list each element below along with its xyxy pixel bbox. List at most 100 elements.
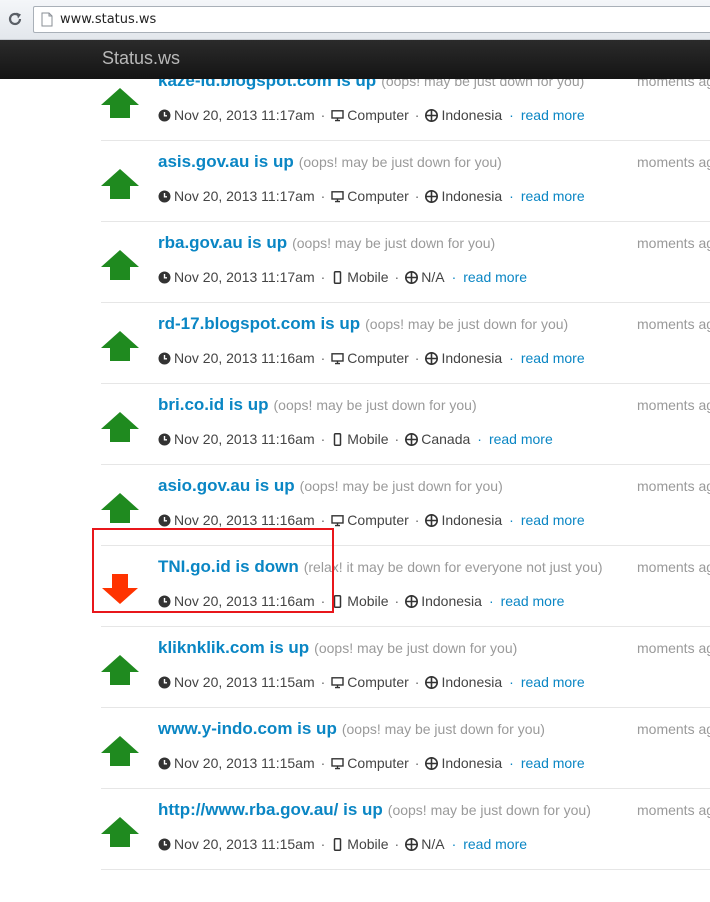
status-title-link[interactable]: http://www.rba.gov.au/ is up xyxy=(158,800,383,819)
clock-icon xyxy=(158,676,171,688)
status-item: kliknklik.com is up (oops! may be just do… xyxy=(0,627,710,708)
status-headline: rba.gov.au is up (oops! may be just down … xyxy=(158,233,495,253)
device-label: Computer xyxy=(347,512,409,528)
status-note: (oops! may be just down for you) xyxy=(381,79,585,89)
relative-time: moments ago xyxy=(637,235,710,251)
status-title-link[interactable]: kliknklik.com is up xyxy=(158,638,309,657)
status-meta: Nov 20, 2013 11:17am · Computer · Indone… xyxy=(158,188,585,204)
separator: · xyxy=(414,674,420,690)
status-title-link[interactable]: www.y-indo.com is up xyxy=(158,719,337,738)
globe-icon xyxy=(405,594,419,608)
up-arrow-icon xyxy=(101,331,139,361)
status-note: (oops! may be just down for you) xyxy=(341,721,545,737)
separator: · xyxy=(320,431,326,447)
read-more-link[interactable]: read more xyxy=(521,350,585,366)
status-meta: Nov 20, 2013 11:15am · Mobile · N/A · re… xyxy=(158,836,527,852)
separator: · xyxy=(320,593,326,609)
separator: · xyxy=(488,593,494,609)
read-more-link[interactable]: read more xyxy=(521,674,585,690)
separator: · xyxy=(414,107,420,123)
globe-icon xyxy=(405,837,419,851)
separator: · xyxy=(320,350,326,366)
up-arrow-icon xyxy=(101,88,139,118)
separator: · xyxy=(509,188,514,204)
separator: · xyxy=(394,431,400,447)
url-text[interactable]: www.status.ws xyxy=(60,12,156,27)
timestamp: Nov 20, 2013 11:16am xyxy=(174,431,315,447)
read-more-link[interactable]: read more xyxy=(521,188,585,204)
browser-toolbar: www.status.ws xyxy=(0,0,710,40)
computer-icon xyxy=(331,352,344,364)
status-note: (oops! may be just down for you) xyxy=(314,640,518,656)
timestamp: Nov 20, 2013 11:15am xyxy=(174,674,315,690)
location-label: N/A xyxy=(421,836,445,852)
status-title-link[interactable]: kaze-id.blogspot.com is up xyxy=(158,79,376,90)
up-arrow-icon xyxy=(101,736,139,766)
clock-icon xyxy=(158,514,171,526)
up-arrow-icon xyxy=(101,817,139,847)
status-item: TNI.go.id is down (relax! it may be down … xyxy=(0,546,710,627)
read-more-link[interactable]: read more xyxy=(501,593,565,609)
status-item: rba.gov.au is up (oops! may be just down … xyxy=(0,222,710,303)
relative-time: moments ago xyxy=(637,640,710,656)
clock-icon xyxy=(158,595,171,607)
site-brand[interactable]: Status.ws xyxy=(102,48,180,69)
reload-icon[interactable] xyxy=(6,10,24,28)
device-label: Computer xyxy=(347,674,409,690)
timestamp: Nov 20, 2013 11:17am xyxy=(174,188,315,204)
status-title-link[interactable]: asio.gov.au is up xyxy=(158,476,295,495)
status-headline: asis.gov.au is up (oops! may be just down… xyxy=(158,152,502,172)
device-label: Mobile xyxy=(347,836,389,852)
separator: · xyxy=(451,836,457,852)
status-title-link[interactable]: asis.gov.au is up xyxy=(158,152,294,171)
read-more-link[interactable]: read more xyxy=(521,107,585,123)
globe-icon xyxy=(425,108,439,122)
relative-time: moments ago xyxy=(637,397,710,413)
status-note: (oops! may be just down for you) xyxy=(387,802,591,818)
separator: · xyxy=(509,512,514,528)
relative-time: moments ago xyxy=(637,478,710,494)
relative-time: moments ago xyxy=(637,802,710,818)
location-label: Indonesia xyxy=(441,755,503,771)
separator: · xyxy=(414,755,420,771)
status-title-link[interactable]: bri.co.id is up xyxy=(158,395,269,414)
read-more-link[interactable]: read more xyxy=(521,755,585,771)
relative-time: moments ago xyxy=(637,316,710,332)
up-arrow-icon xyxy=(101,412,139,442)
location-label: Indonesia xyxy=(441,188,503,204)
up-arrow-icon xyxy=(101,250,139,280)
status-feed-list: kaze-id.blogspot.com is up (oops! may be … xyxy=(0,79,710,870)
status-meta: Nov 20, 2013 11:17am · Computer · Indone… xyxy=(158,107,585,123)
separator: · xyxy=(320,107,326,123)
read-more-link[interactable]: read more xyxy=(521,512,585,528)
relative-time: moments ago xyxy=(637,721,710,737)
read-more-link[interactable]: read more xyxy=(463,269,527,285)
status-title-link[interactable]: rba.gov.au is up xyxy=(158,233,287,252)
read-more-link[interactable]: read more xyxy=(463,836,527,852)
device-label: Mobile xyxy=(347,431,389,447)
timestamp: Nov 20, 2013 11:16am xyxy=(174,512,315,528)
device-label: Computer xyxy=(347,350,409,366)
mobile-icon xyxy=(334,270,342,284)
device-label: Mobile xyxy=(347,593,389,609)
status-item: http://www.rba.gov.au/ is up (oops! may b… xyxy=(0,789,710,870)
status-item: asis.gov.au is up (oops! may be just down… xyxy=(0,141,710,222)
separator: · xyxy=(320,755,326,771)
status-headline: bri.co.id is up (oops! may be just down f… xyxy=(158,395,477,415)
status-meta: Nov 20, 2013 11:15am · Computer · Indone… xyxy=(158,755,585,771)
up-arrow-icon xyxy=(101,493,139,523)
site-navbar: Status.ws xyxy=(0,40,710,79)
status-feed: kaze-id.blogspot.com is up (oops! may be … xyxy=(0,79,710,902)
clock-icon xyxy=(158,352,171,364)
address-bar[interactable]: www.status.ws xyxy=(33,6,710,33)
read-more-link[interactable]: read more xyxy=(489,431,553,447)
globe-icon xyxy=(425,351,439,365)
location-label: Canada xyxy=(421,431,471,447)
timestamp: Nov 20, 2013 11:17am xyxy=(174,269,315,285)
status-headline: www.y-indo.com is up (oops! may be just d… xyxy=(158,719,545,739)
status-item: bri.co.id is up (oops! may be just down f… xyxy=(0,384,710,465)
status-note: (oops! may be just down for you) xyxy=(298,154,502,170)
status-title-link[interactable]: TNI.go.id is down xyxy=(158,557,299,576)
status-title-link[interactable]: rd-17.blogspot.com is up xyxy=(158,314,360,333)
status-note: (oops! may be just down for you) xyxy=(273,397,477,413)
